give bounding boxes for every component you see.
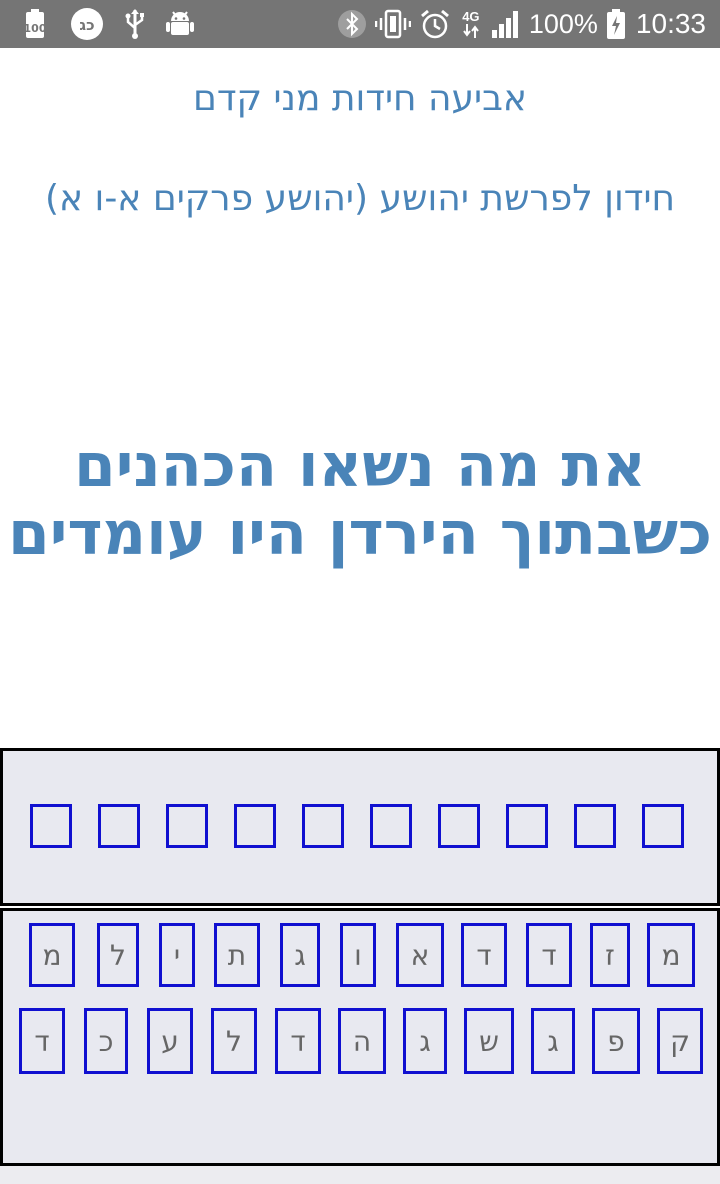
answer-slot[interactable] [438, 804, 480, 848]
letter-key[interactable]: ג [531, 1008, 575, 1074]
letter-key[interactable]: ק [657, 1008, 703, 1074]
letter-key[interactable]: ת [214, 923, 260, 987]
letter-key[interactable]: מ [29, 923, 75, 987]
letter-key[interactable]: ג [403, 1008, 447, 1074]
answer-slot[interactable] [166, 804, 208, 848]
signal-icon [491, 9, 521, 39]
letter-key[interactable]: ג [280, 923, 320, 987]
app-notification-icon: כג [70, 7, 104, 41]
answer-slot[interactable] [642, 804, 684, 848]
letter-key[interactable]: ד [19, 1008, 65, 1074]
status-bar-system: 4G 100% 10:33 [337, 8, 706, 40]
quiz-subtitle: חידון לפרשת יהושע (יהושע פרקים א-ו א) [44, 178, 676, 219]
bottom-strip [0, 1166, 720, 1184]
letter-key[interactable]: א [396, 923, 444, 987]
letters-panel: מ ל י ת ג ו א ד ד ז מ ד כ ע ל ד ה ג ש ג … [0, 908, 720, 1166]
riddle-line-1: את מה נשאו הכהנים [74, 431, 646, 501]
vibrate-icon [374, 9, 411, 39]
riddle-question: את מה נשאו הכהנים כשבתוך הירדן היו עומדי… [0, 432, 720, 568]
battery-percent: 100% [528, 8, 598, 39]
alarm-icon [419, 8, 451, 40]
letter-key[interactable]: ה [338, 1008, 386, 1074]
letter-key[interactable]: כ [84, 1008, 128, 1074]
letter-key[interactable]: מ [647, 923, 695, 987]
answer-slot[interactable] [370, 804, 412, 848]
android-debug-icon [166, 9, 194, 39]
network-type-label: 4G [462, 9, 480, 24]
riddle-line-2: כשבתוך הירדן היו עומדים [7, 499, 713, 569]
answer-slot[interactable] [30, 804, 72, 848]
letter-key[interactable]: ע [147, 1008, 193, 1074]
letter-key[interactable]: ש [464, 1008, 514, 1074]
answer-slot[interactable] [302, 804, 344, 848]
answer-slot[interactable] [506, 804, 548, 848]
letter-key[interactable]: ל [211, 1008, 257, 1074]
answer-panel [0, 748, 720, 906]
answer-slot[interactable] [574, 804, 616, 848]
clock: 10:33 [635, 8, 706, 39]
svg-text:100: 100 [24, 22, 47, 35]
bluetooth-icon [337, 9, 367, 39]
status-bar: 100 כג 4G 100% 10:33 [0, 0, 720, 48]
letter-key[interactable]: פ [592, 1008, 640, 1074]
network-4g-icon: 4G [459, 8, 483, 40]
letter-key[interactable]: ד [526, 923, 572, 987]
usb-icon [124, 8, 146, 40]
battery-charging-icon [606, 8, 626, 40]
letter-key[interactable]: ז [590, 923, 630, 987]
letter-key[interactable]: ל [97, 923, 139, 987]
letter-key[interactable]: י [159, 923, 195, 987]
answer-slot[interactable] [234, 804, 276, 848]
status-bar-notifications: 100 כג [20, 8, 194, 40]
app-title: אביעה חידות מני קדם [192, 78, 527, 119]
letter-key[interactable]: ד [275, 1008, 321, 1074]
letter-key[interactable]: ד [461, 923, 507, 987]
answer-slot[interactable] [98, 804, 140, 848]
svg-text:כג: כג [79, 16, 94, 34]
battery-100-notification-icon: 100 [20, 8, 50, 40]
letter-key[interactable]: ו [340, 923, 376, 987]
